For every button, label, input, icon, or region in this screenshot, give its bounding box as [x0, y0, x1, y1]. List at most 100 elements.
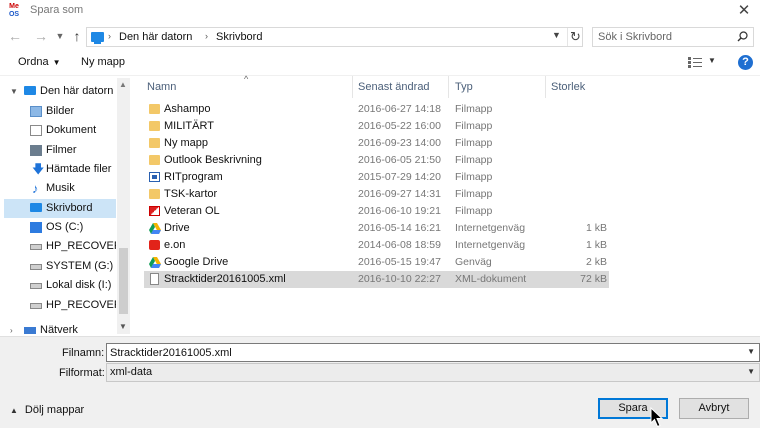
file-date: 2016-05-14 16:21: [358, 222, 441, 234]
search-input[interactable]: [593, 28, 733, 46]
list-item[interactable]: Google Drive 2016-05-15 19:47 Genväg 2 k…: [144, 254, 609, 271]
filetype-select[interactable]: xml-data ▼: [106, 363, 760, 382]
new-folder-button[interactable]: Ny mapp: [81, 56, 125, 68]
list-item[interactable]: Outlook Beskrivning 2016-06-05 21:50 Fil…: [144, 152, 609, 169]
column-header-size[interactable]: Storlek: [551, 81, 585, 93]
nav-item-network[interactable]: › Nätverk: [4, 321, 116, 334]
list-item[interactable]: Veteran OL 2016-06-10 19:21 Filmapp: [144, 203, 609, 220]
nav-item-music[interactable]: ♪ Musik: [4, 179, 116, 198]
address-bar[interactable]: › Den här datorn › Skrivbord ▼ ↻: [86, 27, 583, 47]
breadcrumb-separator-icon[interactable]: ›: [108, 31, 111, 41]
list-item[interactable]: TSK-kartor 2016-09-27 14:31 Filmapp: [144, 186, 609, 203]
list-item[interactable]: Ashampo 2016-06-27 14:18 Filmapp: [144, 101, 609, 118]
column-divider[interactable]: [448, 76, 449, 98]
refresh-button[interactable]: ↻: [567, 28, 583, 46]
nav-item-label: Bilder: [46, 105, 75, 117]
column-header-modified[interactable]: Senast ändrad: [358, 81, 430, 93]
veteran-folder-icon: [149, 206, 160, 216]
nav-item-desktop[interactable]: Skrivbord: [4, 199, 116, 218]
os-drive-icon: [30, 222, 42, 233]
breadcrumb-this-pc[interactable]: Den här datorn: [119, 31, 192, 43]
filename-combobox[interactable]: ▼: [106, 343, 760, 362]
nav-item-this-pc[interactable]: ▼ Den här datorn: [4, 82, 116, 101]
organize-menu[interactable]: Ordna ▼: [18, 56, 61, 68]
scrollbar-thumb[interactable]: [119, 248, 128, 314]
nav-item-videos[interactable]: Filmer: [4, 141, 116, 160]
file-date: 2015-07-29 14:20: [358, 171, 441, 183]
breadcrumb-desktop[interactable]: Skrivbord: [216, 31, 262, 43]
address-dropdown-icon[interactable]: ▼: [552, 30, 561, 40]
help-icon[interactable]: ?: [738, 55, 753, 70]
list-item-selected[interactable]: Stracktider20161005.xml 2016-10-10 22:27…: [144, 271, 609, 288]
chevron-down-icon: ▼: [55, 31, 65, 41]
view-options-caret-icon[interactable]: ▼: [708, 56, 716, 65]
nav-item-os-c[interactable]: OS (C:): [4, 218, 116, 237]
documents-icon: [30, 125, 42, 136]
list-item[interactable]: Ny mapp 2016-09-23 14:00 Filmapp: [144, 135, 609, 152]
file-type: Filmapp: [455, 120, 493, 132]
expand-icon[interactable]: ▼: [10, 82, 18, 101]
column-header-name[interactable]: Namn: [147, 81, 176, 93]
file-type: Filmapp: [455, 137, 493, 149]
up-button[interactable]: ↑: [68, 26, 86, 46]
nav-item-hp-recovery[interactable]: HP_RECOVERY (: [4, 237, 116, 256]
breadcrumb-separator-icon[interactable]: ›: [205, 31, 208, 41]
list-item[interactable]: MILITÄRT 2016-05-22 16:00 Filmapp: [144, 118, 609, 135]
hide-folders-toggle[interactable]: ▲ Dölj mappar: [10, 404, 84, 416]
navigation-pane: ▼ Den här datorn Bilder Dokument Filmer …: [0, 78, 130, 334]
nav-item-system-g[interactable]: SYSTEM (G:): [4, 257, 116, 276]
file-size: 72 kB: [580, 273, 607, 285]
search-icon[interactable]: [737, 31, 748, 42]
file-type: Genväg: [455, 256, 492, 268]
nav-item-local-disk-i[interactable]: Lokal disk (I:): [4, 276, 116, 295]
scroll-up-icon[interactable]: ▲: [119, 80, 127, 89]
list-item[interactable]: e.on 2014-06-08 18:59 Internetgenväg 1 k…: [144, 237, 609, 254]
cancel-button[interactable]: Avbryt: [679, 398, 749, 419]
download-icon: 🡇: [32, 162, 45, 176]
back-button[interactable]: ←: [6, 26, 24, 46]
navigation-scrollbar[interactable]: ▲ ▼: [117, 78, 130, 334]
scroll-down-icon[interactable]: ▼: [119, 322, 127, 331]
arrow-up-icon: ↑: [73, 28, 81, 44]
search-box[interactable]: [592, 27, 754, 47]
nav-item-label: Den här datorn: [40, 85, 114, 97]
column-header-type[interactable]: Typ: [455, 81, 473, 93]
filename-label: Filnamn:: [62, 347, 105, 359]
drive-icon: [30, 303, 42, 309]
pictures-icon: [30, 106, 42, 117]
file-size: 1 kB: [585, 222, 607, 234]
file-name: Outlook Beskrivning: [164, 154, 262, 166]
nav-item-label: SYSTEM (G:): [46, 260, 114, 272]
filename-input[interactable]: [107, 344, 727, 361]
arrow-right-icon: →: [34, 28, 48, 44]
chevron-down-icon[interactable]: ▼: [747, 367, 755, 376]
recent-locations-button[interactable]: ▼: [54, 26, 66, 46]
file-name: MILITÄRT: [164, 120, 214, 132]
view-options-icon[interactable]: [688, 57, 702, 68]
app-icon-text-top: Me: [9, 3, 19, 10]
forward-button[interactable]: →: [32, 26, 50, 46]
nav-item-downloads[interactable]: 🡇 Hämtade filer: [4, 160, 116, 179]
nav-item-documents[interactable]: Dokument: [4, 121, 116, 140]
folder-icon: [149, 104, 160, 114]
nav-item-label: Dokument: [46, 124, 97, 136]
nav-item-pictures[interactable]: Bilder: [4, 102, 116, 121]
eon-icon: [149, 240, 160, 250]
folder-icon: [149, 189, 160, 199]
close-button[interactable]: ✕: [728, 0, 760, 22]
drive-icon: [30, 264, 42, 270]
column-divider[interactable]: [352, 76, 353, 98]
close-icon: ✕: [737, 2, 751, 19]
drive-icon: [30, 283, 42, 289]
list-item[interactable]: Drive 2016-05-14 16:21 Internetgenväg 1 …: [144, 220, 609, 237]
nav-item-label: Lokal disk (I:): [46, 279, 112, 291]
chevron-up-icon: ▲: [10, 406, 18, 415]
chevron-down-icon[interactable]: ▼: [747, 347, 755, 356]
list-item[interactable]: RITprogram 2015-07-29 14:20 Filmapp: [144, 169, 609, 186]
nav-item-label: Nätverk: [40, 324, 78, 334]
file-type: Filmapp: [455, 154, 493, 166]
collapse-icon[interactable]: ›: [10, 321, 13, 334]
window-title: Spara som: [30, 4, 84, 16]
column-divider[interactable]: [545, 76, 546, 98]
nav-item-hp-recovery-2[interactable]: HP_RECOVERY (: [4, 296, 116, 315]
